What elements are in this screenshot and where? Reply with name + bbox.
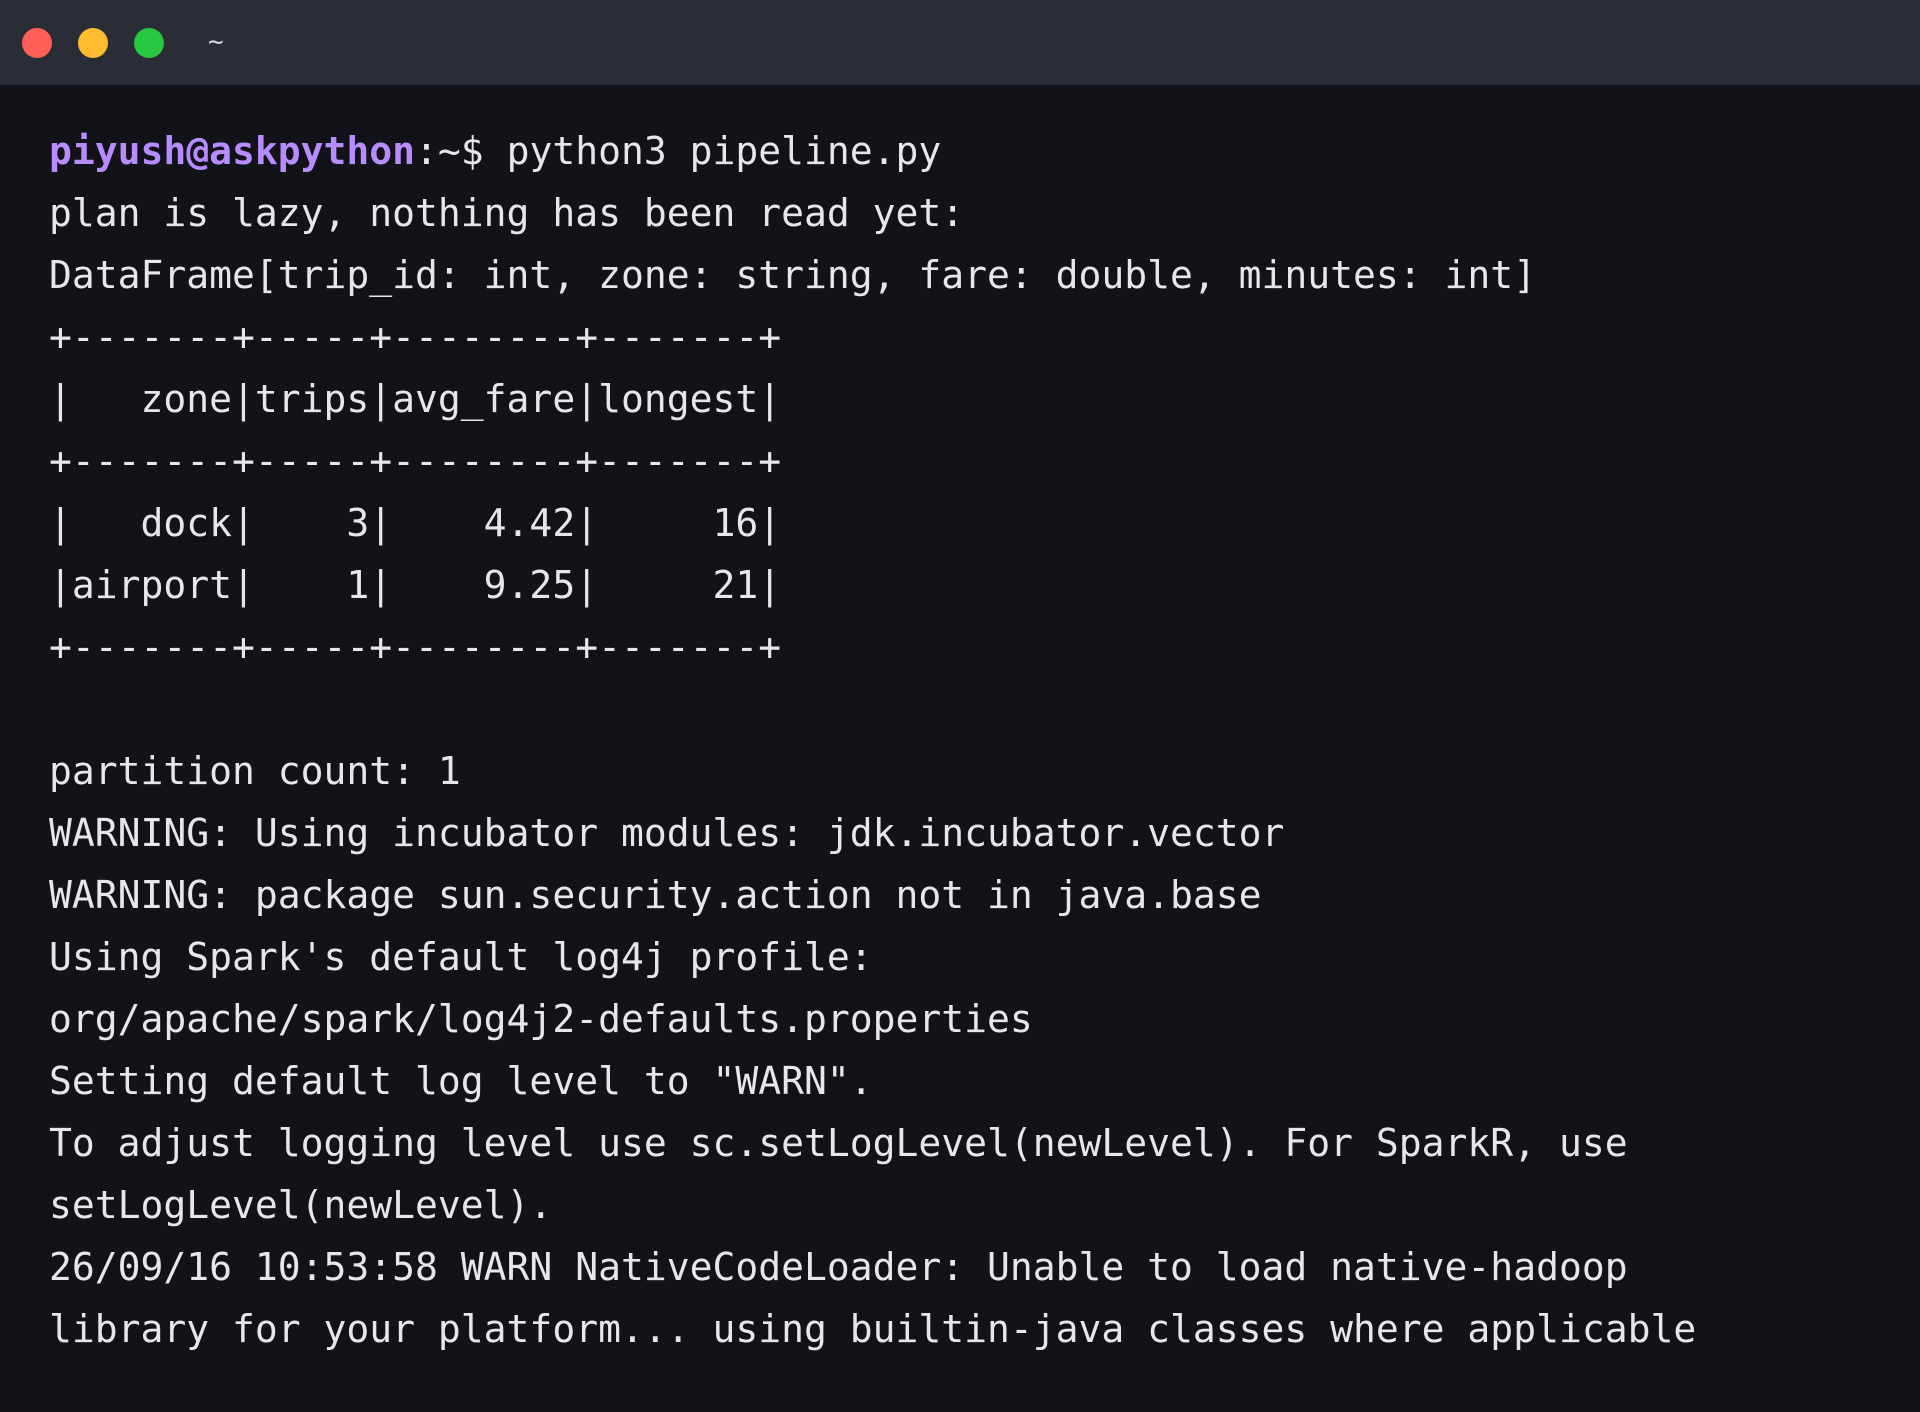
output-line: | zone|trips|avg_fare|longest| [49,377,782,421]
output-line: plan is lazy, nothing has been read yet: [49,191,965,235]
output-line: Using Spark's default log4j profile: [49,935,873,979]
close-button[interactable] [22,28,52,58]
output-line: |airport| 1| 9.25| 21| [49,563,782,607]
prompt-user-host: piyush@askpython [49,129,416,173]
maximize-button[interactable] [134,28,164,58]
minimize-button[interactable] [78,28,108,58]
output-line: +-------+-----+--------+-------+ [49,625,782,669]
output-line: +-------+-----+--------+-------+ [49,439,782,483]
prompt-command: python3 pipeline.py [483,129,942,173]
output-line: DataFrame[trip_id: int, zone: string, fa… [49,253,1537,297]
output-line: org/apache/spark/log4j2-defaults.propert… [49,997,1033,1041]
terminal-output[interactable]: piyush@askpython:~$ python3 pipeline.py … [49,120,1900,1360]
output-line: WARNING: package sun.security.action not… [49,873,1262,917]
output-line: WARNING: Using incubator modules: jdk.in… [49,811,1285,855]
title-bar: ~ [0,0,1920,85]
window-title: ~ [208,27,224,57]
terminal-window: ~ piyush@askpython:~$ python3 pipeline.p… [0,0,1920,1412]
prompt-line: piyush@askpython:~$ python3 pipeline.py [49,120,1900,182]
output-line: | dock| 3| 4.42| 16| [49,501,782,545]
output-line: 26/09/16 10:53:58 WARN NativeCodeLoader:… [49,1245,1628,1289]
output-line: +-------+-----+--------+-------+ [49,315,782,359]
prompt-symbol: :~$ [415,129,484,173]
output-line: setLogLevel(newLevel). [49,1183,553,1227]
output-line: To adjust logging level use sc.setLogLev… [49,1121,1628,1165]
output-line: library for your platform... using built… [49,1307,1697,1351]
output-line: partition count: 1 [49,749,461,793]
output-line: Setting default log level to "WARN". [49,1059,873,1103]
